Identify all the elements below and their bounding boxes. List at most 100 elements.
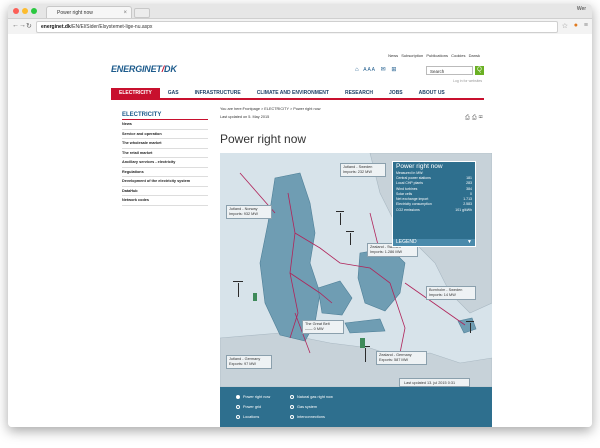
address-bar-row: ← → ↻ energinet.dk/EN/El/Sider/Elsysteme… xyxy=(8,19,592,35)
nav-climate[interactable]: CLIMATE AND ENVIRONMENT xyxy=(249,88,337,98)
page-tools: ⎙⎙✉ xyxy=(465,115,485,122)
label-jutland-norway[interactable]: Jutland - Norway Imports: 932 MW xyxy=(226,205,272,219)
top-links: News Subscription Publications Cookies D… xyxy=(388,53,480,58)
nav-gas[interactable]: GAS xyxy=(160,88,187,98)
back-icon[interactable]: ← xyxy=(12,22,19,29)
bookmark-star-icon[interactable]: ☆ xyxy=(562,22,568,30)
minimize-window-button[interactable] xyxy=(22,8,28,14)
nav-electricity[interactable]: ELECTRICITY xyxy=(111,88,160,98)
tab-title: Power right now xyxy=(57,10,93,16)
top-link-subscription[interactable]: Subscription xyxy=(401,53,423,58)
extension-icon[interactable]: ● xyxy=(574,22,578,29)
label-value: Imports: 14 MW xyxy=(429,293,456,297)
panel-row: CO2 emissions 101 g/kWh xyxy=(393,208,475,213)
tab-bar: Power right now × Wer xyxy=(8,4,592,19)
logo-suffix: DK xyxy=(164,64,177,74)
sidebar-item-regulations[interactable]: Regulations xyxy=(122,168,208,177)
label-value: Imports: 1.286 MW xyxy=(370,250,403,254)
option-label: Interconnections xyxy=(297,415,325,419)
tab-close-icon[interactable]: × xyxy=(123,7,127,19)
menu-icon[interactable]: ≡ xyxy=(584,22,588,29)
page-title: Power right now xyxy=(220,132,307,146)
option-label: Natural gas right now xyxy=(297,395,333,399)
sidebar-title[interactable]: ELECTRICITY xyxy=(122,112,208,120)
top-link-publications[interactable]: Publications xyxy=(426,53,448,58)
sidebar-item-ancillary[interactable]: Ancillary services - electricity xyxy=(122,158,208,168)
share-page-icon[interactable]: ⎙ xyxy=(465,115,472,121)
browser-user-label[interactable]: Wer xyxy=(577,6,586,12)
label-value: Imports: 932 MW xyxy=(229,212,258,216)
option-label: Gas system xyxy=(297,405,318,409)
last-updated: Last updated on 5. May 2015 xyxy=(220,115,270,119)
sidebar-item-service[interactable]: Service and operation xyxy=(122,130,208,139)
url-path: /EN/El/Sider/Elsystemet-lige-nu.aspx xyxy=(70,24,153,30)
option-locations[interactable]: Locations xyxy=(236,415,259,419)
chevron-down-icon: ▼ xyxy=(467,239,472,245)
label-value: —— 0 MW xyxy=(305,327,324,331)
email-icon[interactable]: ✉ xyxy=(479,115,485,121)
maximize-window-button[interactable] xyxy=(31,8,37,14)
sidebar-item-news[interactable]: News xyxy=(122,120,208,130)
radio-icon xyxy=(290,415,294,419)
text-size-control[interactable]: A A A xyxy=(363,67,375,73)
option-label: Power right now xyxy=(243,395,271,399)
option-power-right-now[interactable]: Power right now xyxy=(236,395,270,399)
option-gas-system[interactable]: Gas system xyxy=(290,405,317,409)
map-options: Power right now Natural gas right now Po… xyxy=(220,387,492,427)
option-interconnections[interactable]: Interconnections xyxy=(290,415,325,419)
close-window-button[interactable] xyxy=(13,8,19,14)
legend-toggle[interactable]: LEGEND ▼ xyxy=(393,239,475,246)
browser-tab[interactable]: Power right now × xyxy=(46,6,132,18)
label-zealand-germany[interactable]: Zealand - Germany Exports: 587 MW xyxy=(376,351,427,365)
label-jutland-germany[interactable]: Jutland - Germany Exports: 97 MW xyxy=(226,355,272,369)
radio-icon xyxy=(290,395,294,399)
option-label: Locations xyxy=(243,415,260,419)
web-page: News Subscription Publications Cookies D… xyxy=(8,34,592,427)
radio-icon xyxy=(236,415,240,419)
logo-text: ENERGINET xyxy=(111,64,162,74)
nav-infrastructure[interactable]: INFRASTRUCTURE xyxy=(187,88,249,98)
share-icon[interactable]: ✉ xyxy=(381,67,386,73)
radio-icon xyxy=(236,405,240,409)
reload-icon[interactable]: ↻ xyxy=(26,22,32,30)
sidebar-item-network-codes[interactable]: Network codes xyxy=(122,196,208,206)
power-map[interactable]: Jutland - Norway Imports: 932 MW Jutland… xyxy=(220,153,492,387)
forward-icon[interactable]: → xyxy=(19,22,26,29)
top-link-cookies[interactable]: Cookies xyxy=(451,53,465,58)
nav-about[interactable]: ABOUT US xyxy=(411,88,453,98)
sidebar-item-retail[interactable]: The retail market xyxy=(122,149,208,158)
row-value: 101 g/kWh xyxy=(455,207,472,212)
sidebar-item-wholesale[interactable]: The wholesale market xyxy=(122,139,208,149)
nav-jobs[interactable]: JOBS xyxy=(381,88,411,98)
panel-title: Power right now xyxy=(396,163,443,170)
label-jutland-sweden[interactable]: Jutland - Sweden Imports: 232 MW xyxy=(340,163,386,177)
header-tools: ⌂ A A A ✉ ⊞ xyxy=(355,66,396,73)
search-input[interactable]: Search xyxy=(426,66,473,75)
url-field[interactable]: energinet.dk/EN/El/Sider/Elsystemet-lige… xyxy=(36,21,558,33)
option-label: Power grid xyxy=(243,405,262,409)
top-link-news[interactable]: News xyxy=(388,53,398,58)
login-link[interactable]: Log in for websites xyxy=(453,79,482,83)
search-button[interactable]: Q xyxy=(475,66,484,75)
new-tab-button[interactable] xyxy=(134,8,150,18)
label-value: Exports: 587 MW xyxy=(379,358,409,362)
power-panel: Power right now Measured in MW: Central … xyxy=(392,161,476,247)
breadcrumb[interactable]: You are here:Frontpage > ELECTRICITY > P… xyxy=(220,107,320,111)
option-natural-gas[interactable]: Natural gas right now xyxy=(290,395,333,399)
label-value: Imports: 232 MW xyxy=(343,170,372,174)
option-power-grid[interactable]: Power grid xyxy=(236,405,261,409)
top-link-dansk[interactable]: Dansk xyxy=(469,53,480,58)
label-bornholm-sweden[interactable]: Bornholm - Sweden Imports: 14 MW xyxy=(426,286,476,300)
home-icon[interactable]: ⌂ xyxy=(355,67,359,73)
print-icon[interactable]: ⎙ xyxy=(472,115,479,121)
logo[interactable]: ENERGINET/DK xyxy=(111,64,177,74)
nav-research[interactable]: RESEARCH xyxy=(337,88,381,98)
main-nav: ELECTRICITY GAS INFRASTRUCTURE CLIMATE A… xyxy=(111,88,484,100)
label-value: Exports: 97 MW xyxy=(229,362,257,366)
label-great-belt[interactable]: The Great Belt —— 0 MW xyxy=(302,320,344,334)
radio-icon xyxy=(236,395,240,399)
sidebar-item-development[interactable]: Development of the electricity system xyxy=(122,177,208,187)
sidebar-item-datahub[interactable]: DataHub xyxy=(122,187,208,196)
url-host: energinet.dk xyxy=(41,24,71,30)
sitemap-icon[interactable]: ⊞ xyxy=(391,67,396,73)
